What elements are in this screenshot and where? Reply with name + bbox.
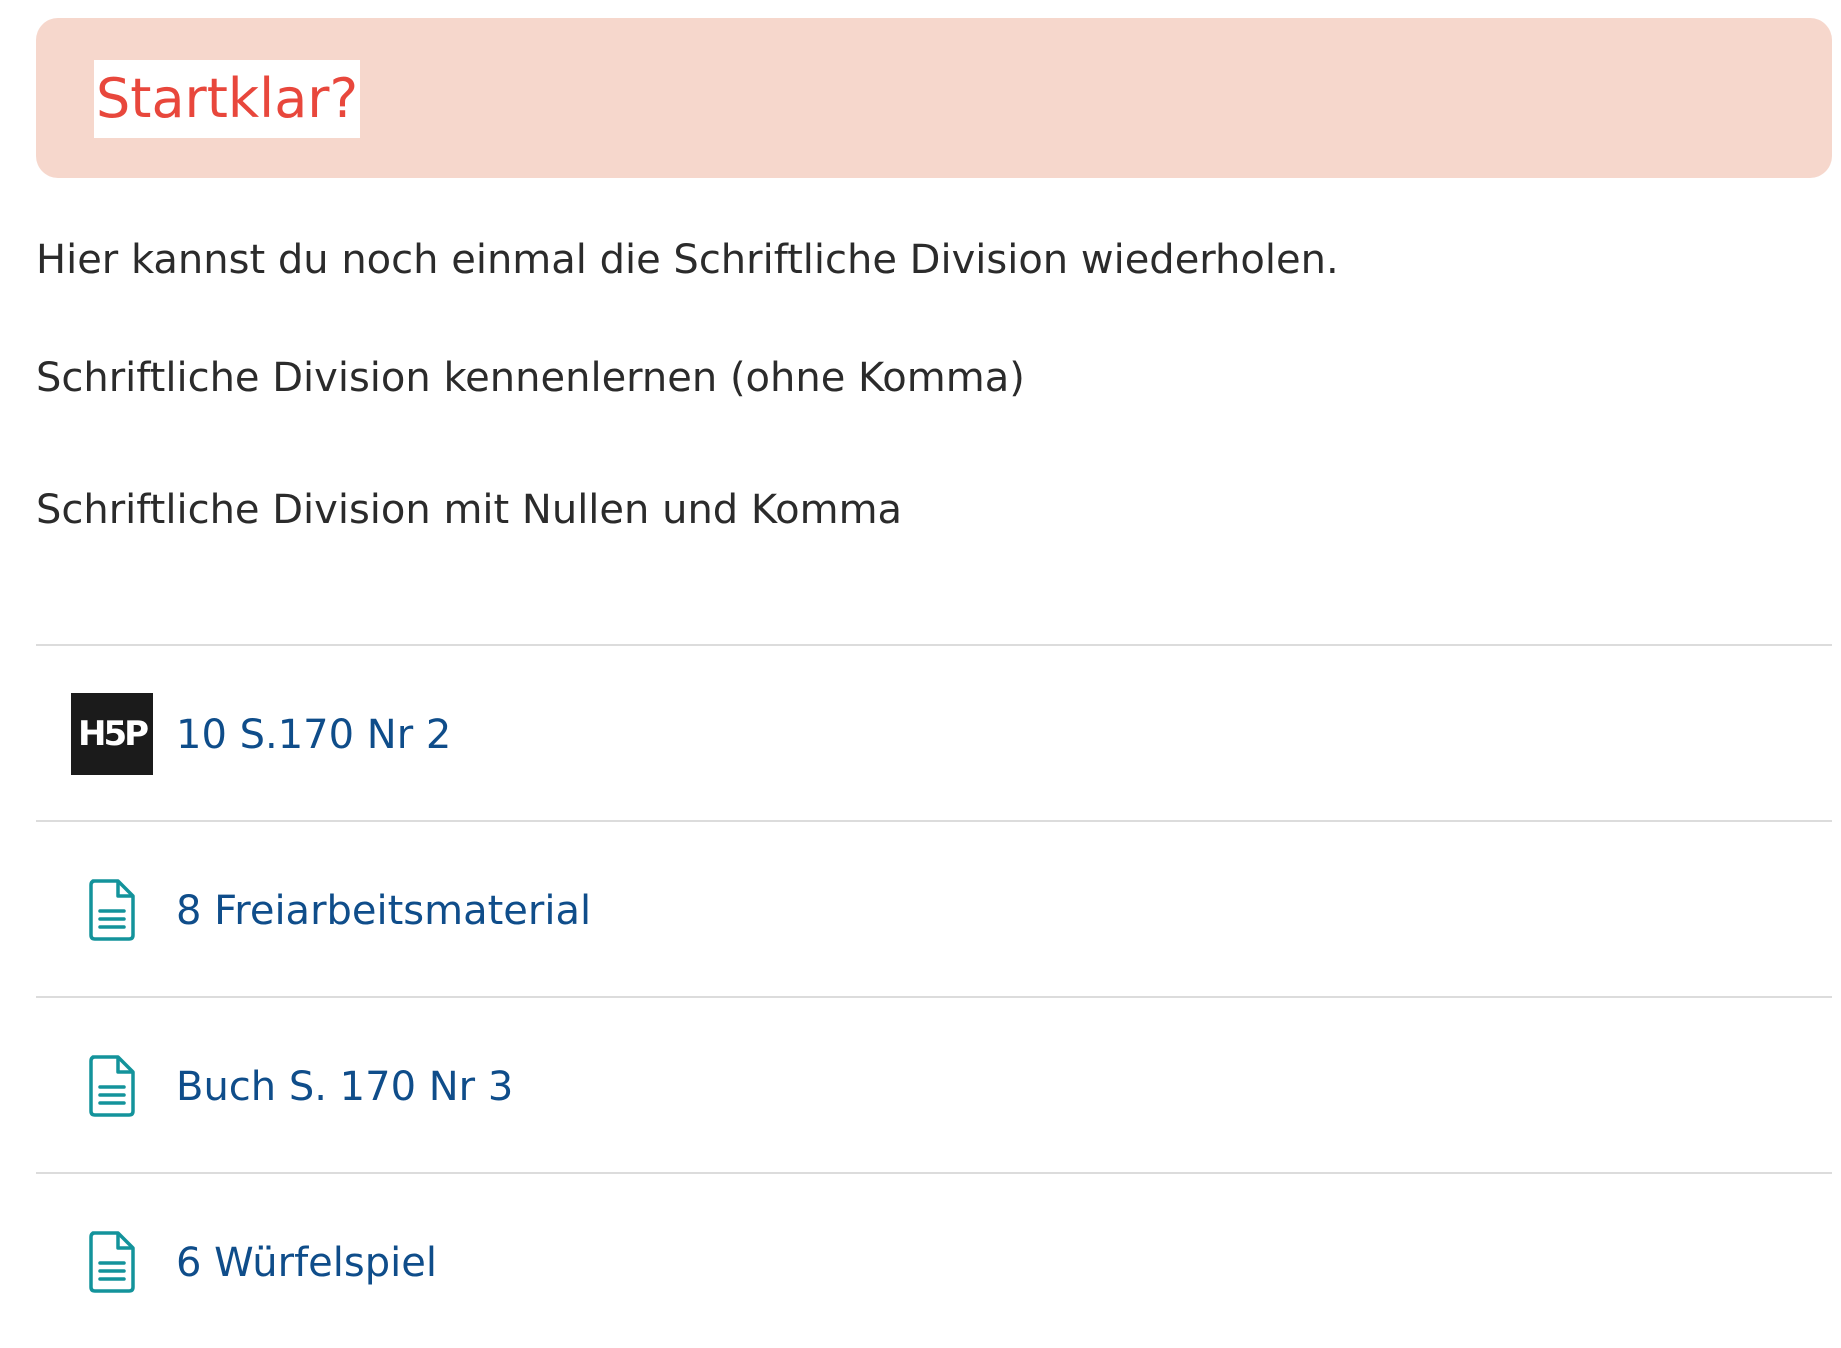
activity-item-freiarbeitsmaterial[interactable]: 8 Freiarbeitsmaterial — [36, 820, 1832, 996]
section-banner: Startklar? — [36, 18, 1832, 178]
document-icon — [71, 869, 153, 951]
activity-link[interactable]: 6 Würfelspiel — [176, 1241, 437, 1285]
activity-list: H5P 10 S.170 Nr 2 8 Freiarbeitsmaterial — [36, 644, 1832, 1348]
intro-text: Hier kannst du noch einmal die Schriftli… — [36, 237, 1339, 283]
activity-link[interactable]: 8 Freiarbeitsmaterial — [176, 889, 591, 933]
activity-item-wuerfelspiel[interactable]: 6 Würfelspiel — [36, 1172, 1832, 1348]
section-title: Startklar? — [94, 60, 361, 138]
activity-item-buch[interactable]: Buch S. 170 Nr 3 — [36, 996, 1832, 1172]
activity-item-h5p[interactable]: H5P 10 S.170 Nr 2 — [36, 644, 1832, 820]
h5p-icon: H5P — [71, 693, 153, 775]
activity-link[interactable]: 10 S.170 Nr 2 — [176, 713, 451, 757]
activity-link[interactable]: Buch S. 170 Nr 3 — [176, 1065, 513, 1109]
division-zeros-comma-link[interactable]: Schriftliche Division mit Nullen und Kom… — [36, 490, 902, 530]
document-icon — [71, 1045, 153, 1127]
document-icon — [71, 1221, 153, 1303]
division-intro-link[interactable]: Schriftliche Division kennenlernen (ohne… — [36, 358, 1025, 398]
